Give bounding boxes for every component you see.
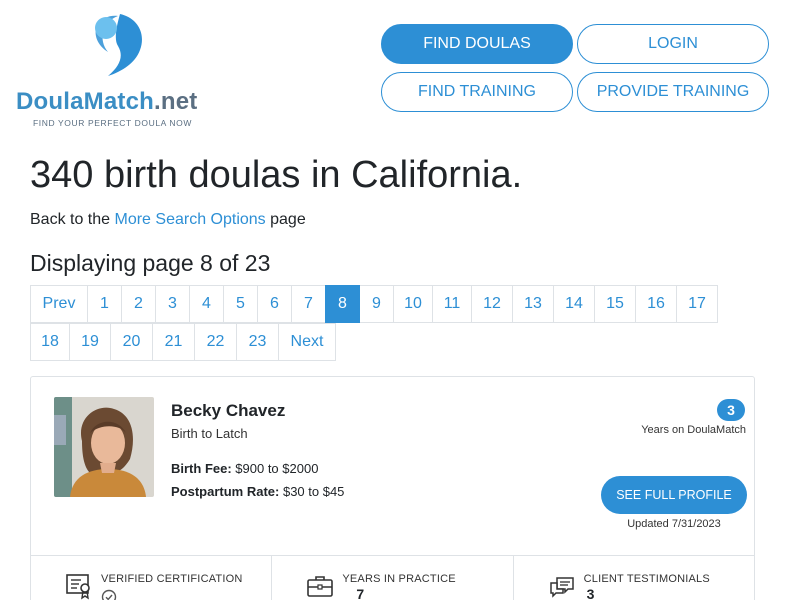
provide-training-button[interactable]: PROVIDE TRAINING bbox=[577, 72, 769, 112]
certificate-icon bbox=[66, 574, 90, 600]
pagination-page[interactable]: 1 bbox=[87, 285, 122, 323]
postpartum-rate-value: $30 to $45 bbox=[279, 484, 345, 499]
pagination-page[interactable]: 18 bbox=[30, 323, 70, 361]
pagination-page[interactable]: 14 bbox=[553, 285, 595, 323]
pagination-page[interactable]: 6 bbox=[257, 285, 292, 323]
pagination-page[interactable]: 2 bbox=[121, 285, 156, 323]
birth-fee-value: $900 to $2000 bbox=[231, 461, 319, 476]
stat-label: YEARS IN PRACTICE bbox=[342, 573, 456, 585]
pagination-page[interactable]: 22 bbox=[194, 323, 237, 361]
years-on-site-badge: 3 bbox=[717, 399, 745, 421]
pagination-page[interactable]: 21 bbox=[152, 323, 195, 361]
pagination-prev[interactable]: Prev bbox=[30, 285, 88, 323]
pagination-page[interactable]: 7 bbox=[291, 285, 326, 323]
pagination-page[interactable]: 5 bbox=[223, 285, 258, 323]
check-circle-icon bbox=[101, 589, 117, 600]
doula-card: Becky Chavez Birth to Latch Birth Fee: $… bbox=[30, 376, 755, 600]
pagination-page[interactable]: 15 bbox=[594, 285, 636, 323]
pagination-page[interactable]: 3 bbox=[155, 285, 190, 323]
stats-bar: VERIFIED CERTIFICATION YEARS IN PRACTICE… bbox=[31, 555, 754, 600]
login-button[interactable]: LOGIN bbox=[577, 24, 769, 64]
page-display-status: Displaying page 8 of 23 bbox=[30, 250, 271, 276]
pagination-row: 18 19 20 21 22 23 Next bbox=[30, 323, 730, 361]
logo-text-match: Match bbox=[83, 88, 155, 115]
pagination-page[interactable]: 10 bbox=[393, 285, 433, 323]
pagination-next[interactable]: Next bbox=[278, 323, 336, 361]
pagination-page[interactable]: 17 bbox=[676, 285, 718, 323]
pagination-page[interactable]: 19 bbox=[69, 323, 111, 361]
logo-mark-icon bbox=[95, 14, 142, 76]
more-search-options-link[interactable]: More Search Options bbox=[115, 211, 266, 228]
briefcase-icon bbox=[307, 576, 334, 597]
logo-wordmark: DoulaMatch.net bbox=[16, 88, 197, 116]
pagination-page[interactable]: 12 bbox=[471, 285, 513, 323]
pagination: Prev 1 2 3 4 5 6 7 8 9 10 11 12 13 14 15 16 17 18 19 20 21 22… bbox=[30, 285, 730, 361]
site-logo[interactable]: DoulaMatch.net FIND YOUR PERFECT DOULA N… bbox=[16, 12, 226, 132]
updated-date: Updated 7/31/2023 bbox=[627, 518, 721, 530]
postpartum-rate-label: Postpartum Rate: bbox=[171, 484, 280, 499]
pagination-page[interactable]: 20 bbox=[110, 323, 153, 361]
stat-value: 3 bbox=[586, 586, 595, 600]
back-prefix: Back to the bbox=[30, 211, 115, 228]
years-on-site-label: Years on DoulaMatch bbox=[641, 424, 746, 436]
birth-fee: Birth Fee: $900 to $2000 bbox=[171, 461, 318, 476]
stat-testimonials: CLIENT TESTIMONIALS 3 bbox=[514, 556, 754, 600]
doula-business: Birth to Latch bbox=[171, 426, 248, 441]
logo-tagline: FIND YOUR PERFECT DOULA NOW bbox=[33, 118, 192, 128]
find-doulas-button[interactable]: FIND DOULAS bbox=[381, 24, 573, 64]
pagination-page[interactable]: 13 bbox=[512, 285, 554, 323]
avatar-image bbox=[54, 397, 154, 497]
pagination-page[interactable]: 9 bbox=[359, 285, 394, 323]
pagination-row: Prev 1 2 3 4 5 6 7 8 9 10 11 12 13 14 15 16 17 bbox=[30, 285, 730, 323]
birth-fee-label: Birth Fee: bbox=[171, 461, 232, 476]
find-training-button[interactable]: FIND TRAINING bbox=[381, 72, 573, 112]
pagination-page[interactable]: 23 bbox=[236, 323, 279, 361]
stat-label: CLIENT TESTIMONIALS bbox=[583, 573, 710, 585]
page-title: 340 birth doulas in California. bbox=[30, 154, 523, 196]
pagination-page[interactable]: 11 bbox=[432, 285, 472, 323]
pagination-page[interactable]: 16 bbox=[635, 285, 677, 323]
stat-certification: VERIFIED CERTIFICATION bbox=[31, 556, 273, 600]
postpartum-rate: Postpartum Rate: $30 to $45 bbox=[171, 484, 344, 499]
stat-label: VERIFIED CERTIFICATION bbox=[101, 573, 243, 585]
pagination-page[interactable]: 4 bbox=[189, 285, 224, 323]
pagination-page[interactable]: 8 bbox=[325, 285, 360, 323]
see-full-profile-button[interactable]: SEE FULL PROFILE bbox=[601, 476, 747, 514]
logo-text-net: .net bbox=[154, 88, 198, 115]
stat-years-practice: YEARS IN PRACTICE 7 bbox=[272, 556, 514, 600]
stat-value: 7 bbox=[356, 586, 365, 600]
back-line: Back to the More Search Options page bbox=[30, 211, 306, 229]
doula-photo[interactable] bbox=[54, 397, 154, 497]
back-suffix: page bbox=[265, 211, 306, 228]
chat-icon bbox=[549, 577, 574, 598]
doula-name[interactable]: Becky Chavez bbox=[171, 401, 285, 421]
logo-text-doula: Doula bbox=[16, 88, 84, 115]
